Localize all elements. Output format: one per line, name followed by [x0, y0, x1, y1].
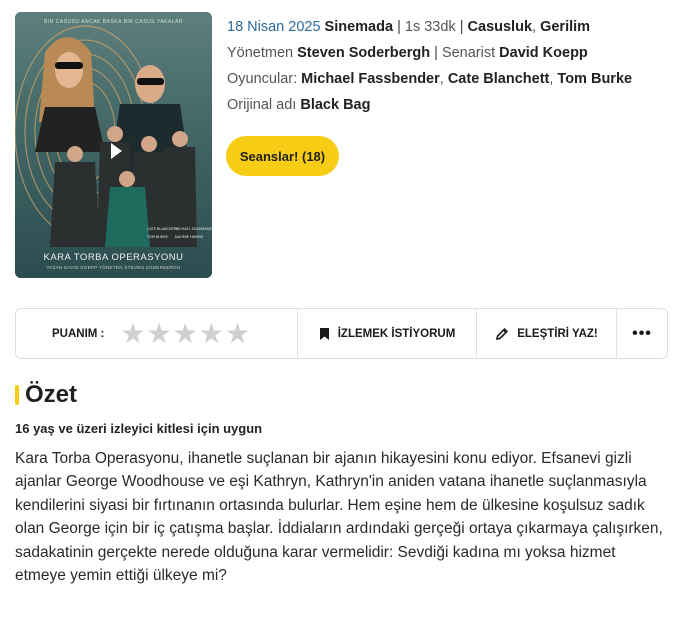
cast-line: Oyuncular: Michael Fassbender, Cate Blan… [227, 68, 667, 94]
age-rating: 16 yaş ve üzeri izleyici kitlesi için uy… [15, 421, 263, 436]
play-icon[interactable] [111, 143, 122, 159]
watchlist-button[interactable]: İZLEMEK İSTİYORUM [298, 309, 477, 358]
release-line: 18 Nisan 2025 Sinemada | 1s 33dk | Casus… [227, 16, 667, 42]
director-label: Yönetmen [227, 45, 294, 61]
bookmark-icon [319, 327, 329, 340]
cast-separator: , [549, 71, 554, 87]
original-title-line: Orijinal adı Black Bag [227, 94, 667, 120]
star-icon[interactable]: ★ [147, 319, 172, 348]
rating-label: PUANIM : [52, 327, 105, 340]
release-date[interactable]: 18 Nisan 2025 [227, 19, 321, 35]
star-rating[interactable]: ★ ★ ★ ★ ★ [120, 319, 250, 348]
movie-poster[interactable]: CATE BLANCHETT MICHAEL FASSBENDER TOM BU… [15, 12, 212, 278]
cast-link[interactable]: Cate Blanchett [448, 71, 550, 87]
rating-section: PUANIM : ★ ★ ★ ★ ★ [16, 309, 298, 358]
cast-label: Oyuncular: [227, 71, 298, 87]
original-title-label: Orijinal adı [227, 97, 297, 113]
release-status[interactable]: Sinemada [325, 19, 394, 35]
separator: | [459, 19, 464, 35]
more-options-button[interactable]: ••• [617, 309, 667, 358]
duration: 1s 33dk [404, 19, 456, 35]
showtimes-button[interactable]: Seanslar! (18) [226, 136, 339, 176]
original-title: Black Bag [300, 97, 371, 113]
write-review-label: ELEŞTİRİ YAZ! [517, 327, 598, 340]
separator: | [397, 19, 401, 35]
watchlist-label: İZLEMEK İSTİYORUM [337, 327, 456, 340]
crew-line: Yönetmen Steven Soderbergh | Senarist Da… [227, 42, 667, 68]
summary-header: Özet [15, 381, 77, 409]
rating-action-bar: PUANIM : ★ ★ ★ ★ ★ İZLEMEK İSTİYORUM ELE… [15, 308, 668, 359]
more-dots-icon: ••• [632, 324, 652, 342]
writer-label: Senarist [441, 45, 496, 61]
poster-tagline: BIR CASUSU ANCAK BASKA BIR CASUS YAKALAR [43, 19, 184, 25]
star-icon[interactable]: ★ [120, 319, 145, 348]
cast-link[interactable]: Tom Burke [557, 71, 632, 87]
svg-text:MICHAEL FASSBENDER: MICHAEL FASSBENDER [175, 227, 212, 231]
genre-separator: , [532, 19, 537, 35]
star-icon[interactable]: ★ [225, 319, 250, 348]
section-accent-bar [15, 385, 19, 405]
director-link[interactable]: Steven Soderbergh [297, 45, 430, 61]
pencil-icon [496, 327, 509, 340]
poster-title: KARA TORBA OPERASYONU [43, 252, 184, 263]
cast-link[interactable]: Michael Fassbender [301, 71, 440, 87]
movie-info: 18 Nisan 2025 Sinemada | 1s 33dk | Casus… [227, 16, 667, 120]
genre-link[interactable]: Gerilim [540, 19, 590, 35]
genre-link[interactable]: Casusluk [468, 19, 532, 35]
summary-text: Kara Torba Operasyonu, ihanetle suçlanan… [15, 450, 663, 585]
write-review-button[interactable]: ELEŞTİRİ YAZ! [477, 309, 617, 358]
poster-credits: YAZAN DAVID KOEPP YÖNETEN STEVEN SODERBE… [46, 265, 181, 270]
svg-text:TOM BURKE: TOM BURKE [146, 235, 168, 239]
writer-link[interactable]: David Koepp [499, 45, 588, 61]
star-icon[interactable]: ★ [173, 319, 198, 348]
cast-separator: , [439, 71, 444, 87]
star-icon[interactable]: ★ [199, 319, 224, 348]
separator: | [434, 45, 438, 61]
svg-text:NAOMIE HARRIS: NAOMIE HARRIS [175, 235, 204, 239]
section-title: Özet [25, 381, 78, 408]
